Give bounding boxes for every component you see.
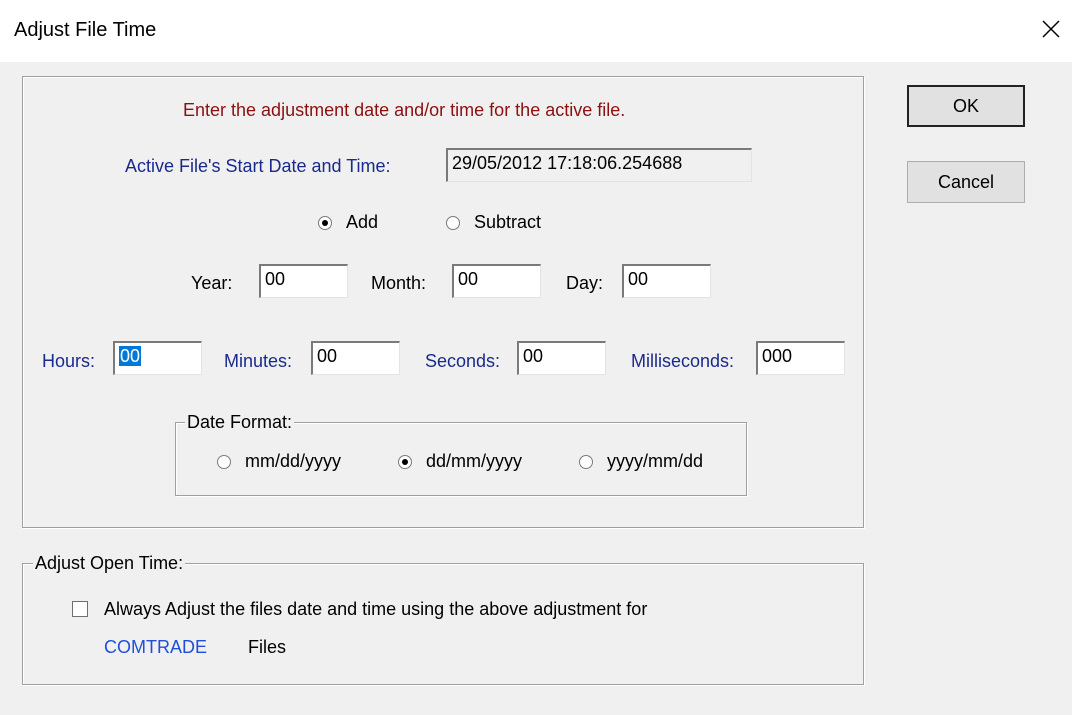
window-title: Adjust File Time [14,19,157,41]
cancel-button[interactable]: Cancel [907,161,1025,203]
hours-input[interactable]: 00 [113,341,202,375]
hours-label: Hours: [42,351,96,371]
milliseconds-input[interactable]: 000 [756,341,845,375]
title-bar: Adjust File Time [0,0,1072,62]
format-yyyymmdd-label: yyyy/mm/dd [607,451,704,471]
date-format-label: Date Format: [185,412,295,433]
year-label: Year: [191,273,233,293]
subtract-radio-dot [446,215,460,230]
comtrade-link[interactable]: COMTRADE [104,637,207,658]
day-label: Day: [566,273,604,293]
always-adjust-label: Always Adjust the files date and time us… [104,599,648,619]
open-time-label: Adjust Open Time: [33,553,186,574]
milliseconds-label: Milliseconds: [631,351,735,371]
seconds-label: Seconds: [425,351,501,371]
always-adjust-checkbox[interactable] [72,601,88,617]
format-ddmmyyyy-radio[interactable]: dd/mm/yyyy [398,451,522,472]
start-date-field: 29/05/2012 17:18:06.254688 [446,148,752,182]
format-mmddyyyy-radio[interactable]: mm/dd/yyyy [217,451,341,472]
day-input[interactable]: 00 [622,264,711,298]
format-yyyymmdd-dot [579,454,593,469]
instruction-text: Enter the adjustment date and/or time fo… [183,100,626,120]
format-ddmmyyyy-dot [398,454,412,469]
subtract-radio[interactable]: Subtract [446,212,541,233]
add-radio-dot [318,215,332,230]
format-mmddyyyy-label: mm/dd/yyyy [245,451,342,471]
subtract-radio-label: Subtract [474,212,542,232]
open-time-group [22,563,864,685]
add-radio-label: Add [346,212,379,232]
minutes-label: Minutes: [224,351,293,371]
year-input[interactable]: 00 [259,264,348,298]
minutes-input[interactable]: 00 [311,341,400,375]
format-mmddyyyy-dot [217,454,231,469]
month-input[interactable]: 00 [452,264,541,298]
add-radio[interactable]: Add [318,212,378,233]
ok-button[interactable]: OK [907,85,1025,127]
hours-value: 00 [119,346,142,366]
seconds-input[interactable]: 00 [517,341,606,375]
files-text: Files [248,637,287,657]
format-ddmmyyyy-label: dd/mm/yyyy [426,451,523,471]
close-icon[interactable] [1036,14,1066,44]
format-yyyymmdd-radio[interactable]: yyyy/mm/dd [579,451,703,472]
start-date-label: Active File's Start Date and Time: [125,156,391,176]
month-label: Month: [371,273,427,293]
